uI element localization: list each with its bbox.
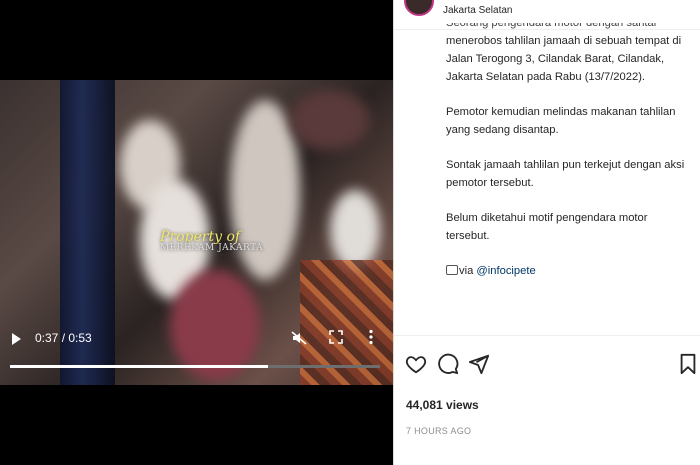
comment-icon[interactable] — [437, 353, 459, 375]
heart-icon[interactable] — [405, 353, 427, 375]
video-watermark: Property of MEREKAM JAKARTA — [160, 230, 270, 253]
background-shape — [290, 90, 370, 150]
location-link[interactable]: Jakarta Selatan — [443, 5, 513, 16]
avatar[interactable] — [404, 0, 434, 16]
caption-line: Sontak jamaah tahlilan pun terkejut deng… — [446, 159, 685, 171]
caption-line: Pemotor kemudian melindas makanan tahlil… — [446, 106, 676, 118]
post-actions: 44,081 views 7 HOURS AGO — [394, 335, 700, 465]
person-figure — [330, 190, 380, 270]
video-time: 0:37 / 0:53 — [35, 331, 92, 345]
caption-paragraph: Pemotor kemudian melindas makanan tahlil… — [446, 103, 694, 139]
progress-fill — [10, 365, 269, 368]
post-side-panel: Jakarta Selatan Seorang pengendara motor… — [393, 0, 700, 465]
post-caption: Seorang pengendara motor dengan santai m… — [446, 23, 694, 280]
caption-line: Jalan Terogong 3, Cilandak Barat, Ciland… — [446, 53, 665, 65]
caption-line: pemotor tersebut. — [446, 177, 534, 189]
bookmark-icon[interactable] — [677, 353, 699, 375]
caption-line: menerobos tahlilan jamaah di sebuah temp… — [446, 35, 682, 47]
caption-paragraph: menerobos tahlilan jamaah di sebuah temp… — [446, 32, 694, 86]
caption-line: Seorang pengendara motor dengan santai — [446, 23, 657, 29]
fullscreen-icon[interactable] — [329, 330, 343, 344]
mute-icon[interactable] — [291, 330, 307, 346]
post-timestamp[interactable]: 7 HOURS AGO — [406, 426, 471, 436]
tv-icon — [446, 265, 458, 275]
video-controls: 0:37 / 0:53 — [0, 320, 393, 380]
via-prefix: via — [459, 265, 477, 277]
via-handle-link[interactable]: @infocipete — [476, 265, 535, 277]
paper-plane-icon[interactable] — [468, 353, 490, 375]
person-figure — [230, 100, 300, 280]
more-vertical-icon[interactable] — [368, 329, 374, 345]
watermark-line2: MEREKAM JAKARTA — [160, 243, 264, 253]
caption-line: tersebut. — [446, 230, 490, 242]
caption-line: yang sedang disantap. — [446, 124, 559, 136]
play-icon[interactable] — [12, 333, 21, 345]
via-credit: via @infocipete — [446, 262, 694, 280]
caption-line: Jakarta Selatan pada Rabu (13/7/2022). — [446, 71, 646, 83]
progress-bar[interactable] — [10, 365, 380, 368]
video-pane: Property of MEREKAM JAKARTA 0:37 / 0:53 — [0, 0, 393, 465]
caption-paragraph: Sontak jamaah tahlilan pun terkejut deng… — [446, 156, 694, 192]
caption-line: Belum diketahui motif pengendara motor — [446, 212, 648, 224]
caption-paragraph: Belum diketahui motif pengendara motor t… — [446, 209, 694, 245]
view-count[interactable]: 44,081 views — [406, 398, 479, 412]
